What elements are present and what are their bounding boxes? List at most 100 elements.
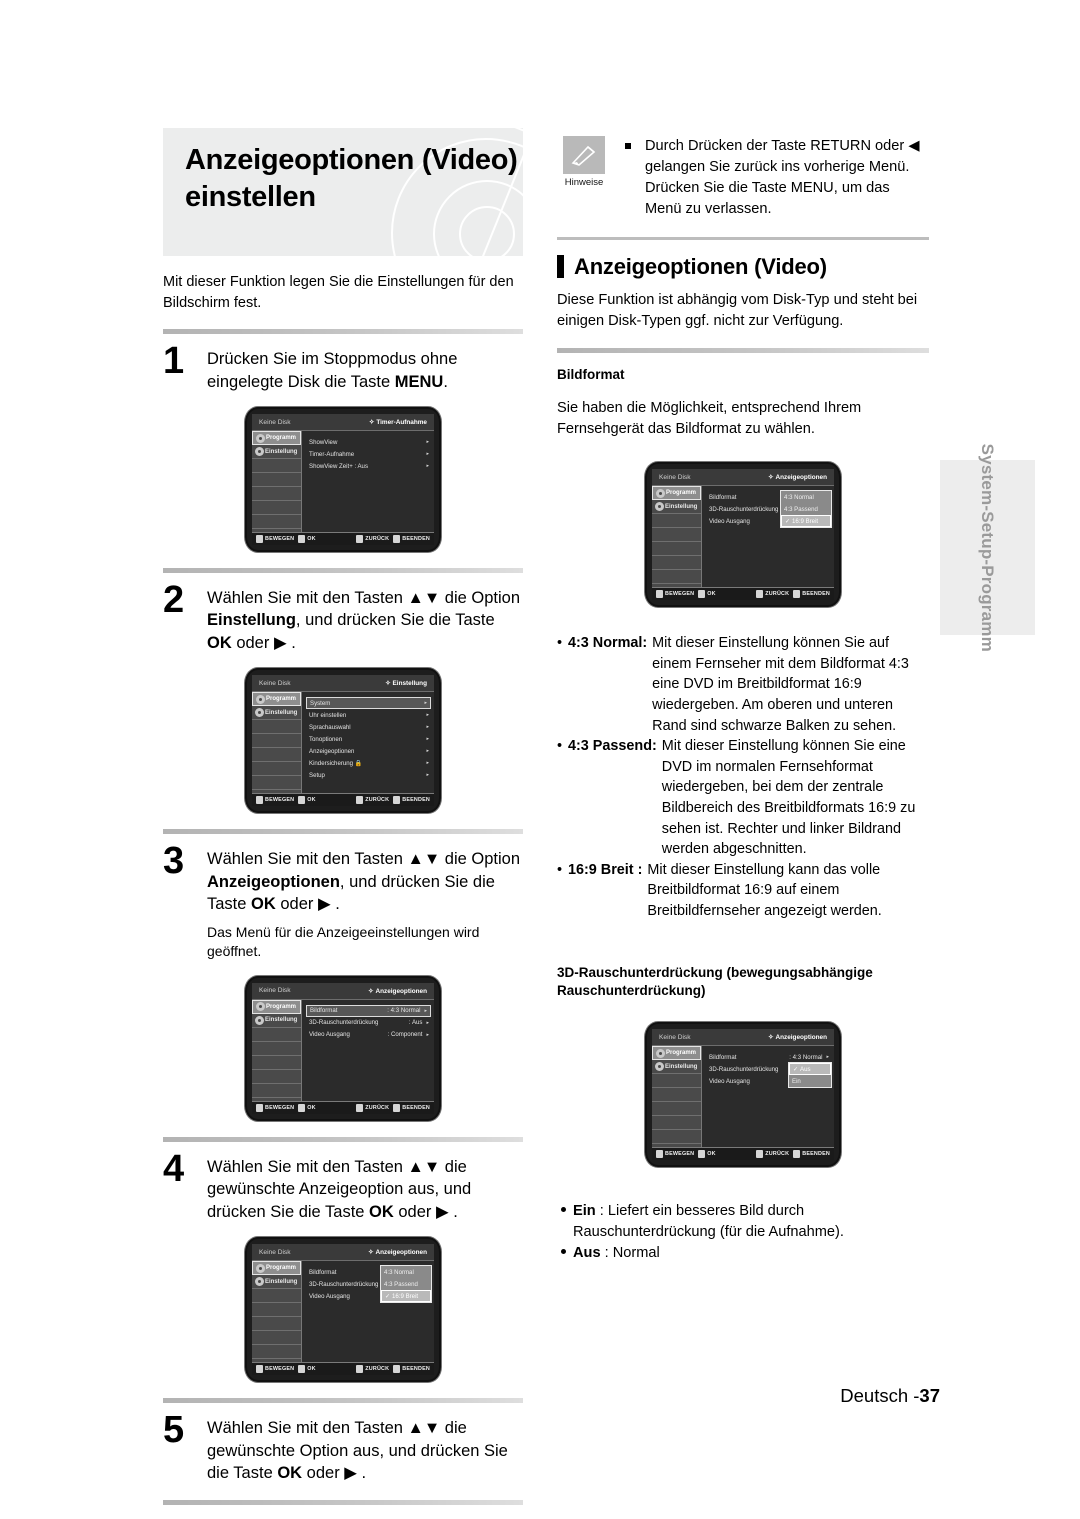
osd-sidebar-item-programm[interactable]: Programm [652,486,701,501]
gear-icon [655,502,664,512]
osd-sidebar-item-einstellung[interactable]: Einstellung [252,445,301,460]
definition-term: 16:9 Breit : [568,861,643,878]
osd-key-zurueck[interactable]: ZURÜCK [756,1150,789,1158]
osd-screenshot-anzeigeoptionen: Keine Disk ✧ Anzeigeoptionen Programm Ein… [245,975,441,1121]
step-3: 3 Wählen Sie mit den Tasten ▲▼ die Optio… [163,842,523,962]
osd-sidebar-item-einstellung[interactable]: Einstellung [252,1275,301,1290]
osd-row[interactable]: 3D-Rauschunterdrückung: Aus ▸ [309,1017,429,1029]
osd-sidebar-item-einstellung[interactable]: Einstellung [652,500,701,515]
osd-sidebar-item-programm[interactable]: Programm [252,999,301,1014]
gear-icon [255,1015,264,1025]
osd-breadcrumb: ✧ Timer-Aufnahme [368,419,427,427]
osd-sidebar-filler: . [252,1317,301,1332]
osd-key-zurueck[interactable]: ZURÜCK [356,1365,389,1374]
osd-row[interactable]: Timer-Aufnahme ▸ [309,448,429,460]
osd-key-beenden[interactable]: BEENDEN [793,1150,830,1158]
osd-sidebar-filler: . [652,1116,701,1130]
definition-row: • 4:3 Passend: Mit dieser Einstellung kö… [557,736,929,860]
osd-row[interactable]: Anzeigeoptionen ▸ [309,745,429,757]
osd-key-ok[interactable]: OK [298,535,316,544]
osd-row[interactable]: Video Ausgang: Component ▸ [309,1029,429,1041]
left-column: Anzeigeoptionen (Video) einstellen Mit d… [163,128,523,1519]
osd-sidebar-item-programm[interactable]: Programm [652,1046,701,1060]
page-title-line2: einstellen [185,180,316,213]
osd-dropdown-option-selected[interactable]: Aus [789,1063,831,1075]
osd-key-beenden[interactable]: BEENDEN [393,1365,430,1374]
osd-key-ok[interactable]: OK [698,1150,716,1158]
osd-sidebar-item-einstellung[interactable]: Einstellung [252,706,301,721]
osd-sidebar-item-programm[interactable]: Programm [252,431,301,446]
osd-key-bewegen[interactable]: BEWEGEN [656,590,694,599]
osd-key-bewegen[interactable]: BEWEGEN [256,796,294,805]
pencil-icon-svg [571,145,596,166]
osd-dropdown-noise[interactable]: Aus Ein [788,1062,832,1088]
osd-key-beenden[interactable]: BEENDEN [393,796,430,805]
osd-dropdown-option[interactable]: 4:3 Passend [381,1278,431,1290]
osd-row-selected[interactable]: Bildformat: 4:3 Normal ▸ [306,1004,431,1017]
divider [163,1136,523,1142]
osd-key-zurueck[interactable]: ZURÜCK [356,796,389,805]
osd-key-beenden[interactable]: BEENDEN [393,535,430,544]
osd-key-zurueck[interactable]: ZURÜCK [356,1103,389,1112]
osd-key-zurueck[interactable]: ZURÜCK [356,535,389,544]
osd-screenshot-timer: Keine Disk ✧ Timer-Aufnahme Programm Eins… [245,407,441,553]
osd-key-bewegen[interactable]: BEWEGEN [256,535,294,544]
osd-row[interactable]: Sprachauswahl ▸ [309,721,429,733]
osd-row-selected[interactable]: System ▸ [306,697,431,710]
osd-sidebar-filler: . [652,570,701,585]
divider [163,1398,523,1404]
definition-desc: Mit dieser Einstellung können Sie auf ei… [652,635,909,734]
osd-dropdown-option[interactable]: 4:3 Normal [381,1266,431,1278]
osd-key-ok[interactable]: OK [298,1365,316,1374]
step-number: 5 [163,1409,185,1452]
osd-key-zurueck[interactable]: ZURÜCK [756,590,789,599]
osd-key-ok[interactable]: OK [698,590,716,599]
osd-breadcrumb: ✧ Anzeigeoptionen [768,474,827,482]
osd-key-beenden[interactable]: BEENDEN [793,590,830,599]
osd-key-beenden[interactable]: BEENDEN [393,1103,430,1112]
osd-sidebar-item-programm[interactable]: Programm [252,1261,301,1276]
bullet-row: Aus : Normal [557,1243,929,1264]
osd-sidebar-item-programm[interactable]: Programm [252,692,301,707]
bildformat-intro: Sie haben die Möglichkeit, entsprechend … [557,399,862,438]
step-number: 1 [163,340,185,383]
definition-term: 4:3 Normal: [568,635,648,652]
osd-sidebar-item-einstellung[interactable]: Einstellung [252,1014,301,1028]
osd-screenshot-bildformat-popup: Keine Disk ✧ Anzeigeoptionen Programm Ein… [245,1237,441,1383]
osd-sidebar-filler: . [252,1303,301,1318]
section-side-tab-label: System-Setup-Programm [978,443,998,652]
osd-row[interactable]: Kindersicherung 🔒 ▸ [309,757,429,769]
osd-row[interactable]: ShowView Zeit+ : Aus ▸ [309,460,429,472]
osd-sidebar-filler: . [252,515,301,530]
osd-key-ok[interactable]: OK [298,1103,316,1112]
bullet-term: Aus [573,1245,601,1262]
osd-main-list: Bildformat 3D-Rauschunterdrückung Video … [702,486,834,587]
osd-row[interactable]: Setup ▸ [309,769,429,781]
osd-dropdown-option-selected[interactable]: 16:9 Breit [781,515,831,528]
subsection-heading-bildformat: Bildformat [557,366,625,382]
osd-dropdown-option[interactable]: 4:3 Normal [781,491,831,503]
osd-main-list: Bildformat 3D-Rauschunterdrückung Video … [302,1261,434,1362]
osd-row[interactable]: Tonoptionen ▸ [309,733,429,745]
osd-dropdown-option-selected[interactable]: 16:9 Breit [381,1290,431,1303]
osd-key-bewegen[interactable]: BEWEGEN [656,1150,694,1158]
bullet-row: Ein : Liefert ein besseres Bild durch Ra… [557,1201,929,1243]
osd-wrap-step3: Keine Disk ✧ Anzeigeoptionen Programm Ein… [163,975,523,1121]
enter-key-icon [298,1365,306,1374]
osd-key-ok[interactable]: OK [298,796,316,805]
osd-sidebar-filler: . [252,776,301,791]
osd-key-bewegen[interactable]: BEWEGEN [256,1103,294,1112]
osd-dropdown-bildformat[interactable]: 4:3 Normal 4:3 Passend 16:9 Breit [380,1265,432,1304]
osd-dropdown-option[interactable]: Ein [789,1075,831,1087]
osd-row[interactable]: ShowView ▸ [309,436,429,448]
osd-row[interactable]: Uhr einstellen ▸ [309,709,429,721]
bullet-desc: : Liefert ein besseres Bild durch Rausch… [573,1203,844,1241]
osd-dropdown-option[interactable]: 4:3 Passend [781,503,831,515]
divider [557,236,929,240]
osd-dropdown-bildformat[interactable]: 4:3 Normal 4:3 Passend 16:9 Breit [780,490,832,529]
osd-breadcrumb: ✧ Anzeigeoptionen [368,1249,427,1257]
osd-key-bewegen[interactable]: BEWEGEN [256,1365,294,1374]
chevron-right-icon: ▸ [426,724,429,731]
step-text: Drücken Sie im Stoppmodus ohne eingelegt… [207,348,523,393]
osd-sidebar-item-einstellung[interactable]: Einstellung [652,1060,701,1074]
